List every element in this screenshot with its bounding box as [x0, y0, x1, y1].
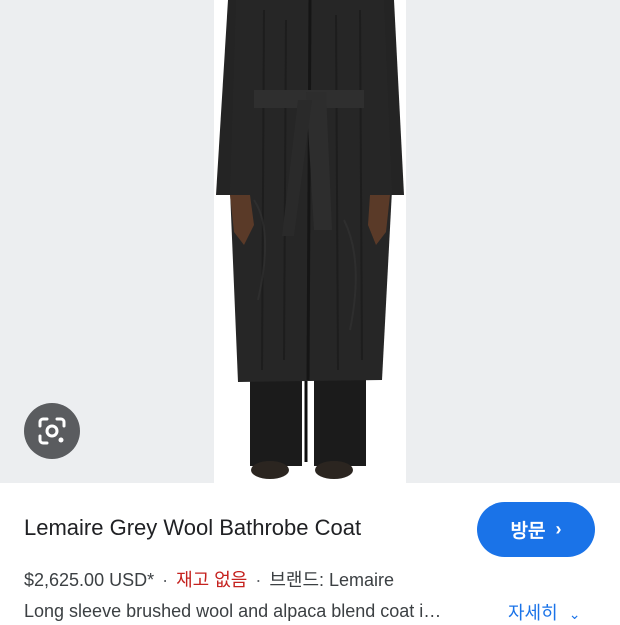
- separator-dot: ·: [255, 570, 262, 590]
- separator-dot: ·: [162, 570, 169, 590]
- google-lens-button[interactable]: [24, 403, 80, 459]
- product-title[interactable]: Lemaire Grey Wool Bathrobe Coat: [24, 515, 361, 541]
- more-details-button[interactable]: 자세히 ⌄: [508, 599, 580, 625]
- product-price: $2,625.00 USD*: [24, 570, 155, 590]
- google-lens-icon: [38, 417, 66, 445]
- stock-status: 재고 없음: [176, 570, 248, 590]
- product-image-area: [0, 0, 620, 483]
- product-photo[interactable]: [214, 0, 406, 483]
- product-info-panel: Lemaire Grey Wool Bathrobe Coat 방문 › $2,…: [0, 483, 620, 623]
- visit-button-label: 방문: [510, 521, 546, 542]
- more-details-label: 자세히: [508, 603, 558, 623]
- product-meta-line: $2,625.00 USD* · 재고 없음 · 브랜드: Lemaire: [24, 566, 394, 592]
- coat-model-image: [214, 0, 406, 483]
- visit-button[interactable]: 방문 ›: [477, 502, 595, 557]
- chevron-right-icon: ›: [555, 519, 562, 539]
- product-description: Long sleeve brushed wool and alpaca blen…: [24, 601, 442, 621]
- product-brand: 브랜드: Lemaire: [269, 570, 395, 590]
